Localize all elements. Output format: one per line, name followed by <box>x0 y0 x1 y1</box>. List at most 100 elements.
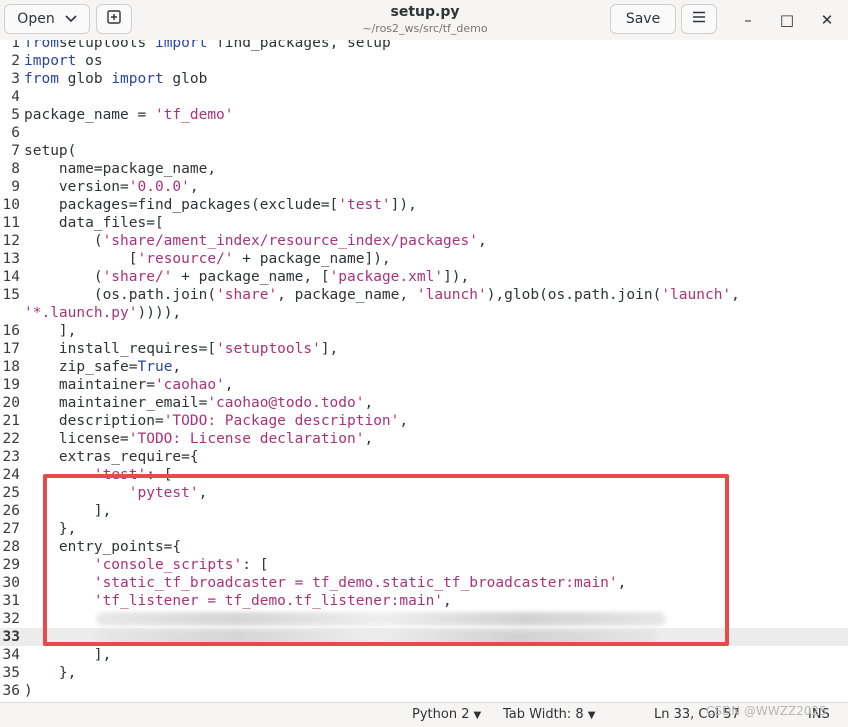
window-title: setup.py <box>390 4 460 20</box>
code-line[interactable]: 36) <box>0 682 848 700</box>
code-line[interactable]: 13 ['resource/' + package_name]), <box>0 250 848 268</box>
line-number: 23 <box>2 449 20 465</box>
hamburger-menu-icon <box>692 11 706 27</box>
code-text: fromsetuptools import find_packages, set… <box>24 40 391 51</box>
close-icon[interactable]: ✕ <box>815 8 839 32</box>
code-line[interactable]: 14 ('share/' + package_name, ['package.x… <box>0 268 848 286</box>
open-button-label: Open <box>17 11 55 27</box>
annotation-highlight-box <box>43 474 729 646</box>
code-text: setup( <box>24 143 77 159</box>
line-number: 14 <box>2 269 20 285</box>
line-number: 24 <box>2 467 20 483</box>
code-text: install_requires=['setuptools'], <box>24 341 339 357</box>
code-line[interactable]: 4 <box>0 88 848 106</box>
line-number: 20 <box>2 395 20 411</box>
code-text: data_files=[ <box>24 215 164 231</box>
code-text: from glob import glob <box>24 71 208 87</box>
save-button[interactable]: Save <box>610 4 676 34</box>
code-line[interactable]: 11 data_files=[ <box>0 214 848 232</box>
line-number: 3 <box>11 71 20 87</box>
code-text: ['resource/' + package_name]), <box>24 251 391 267</box>
maximize-icon[interactable]: □ <box>775 8 799 32</box>
code-text: package_name = 'tf_demo' <box>24 107 234 123</box>
code-text: ('share/' + package_name, ['package.xml'… <box>24 269 470 285</box>
line-number: 8 <box>11 161 20 177</box>
code-line[interactable]: 9 version='0.0.0', <box>0 178 848 196</box>
new-tab-icon <box>106 9 122 29</box>
line-number: 17 <box>2 341 20 357</box>
code-line[interactable]: '*.launch.py')))), <box>0 304 848 322</box>
line-number: 30 <box>2 575 20 591</box>
code-text: maintainer='caohao', <box>24 377 234 393</box>
line-number: 19 <box>2 377 20 393</box>
code-line[interactable]: 2 import os <box>0 52 848 70</box>
code-text: name=package_name, <box>24 161 217 177</box>
line-number: 26 <box>2 503 20 519</box>
line-number: 9 <box>11 179 20 195</box>
tab-width-selector[interactable]: Tab Width: 8 ▼ <box>503 707 595 722</box>
code-line[interactable]: 22 license='TODO: License declaration', <box>0 430 848 448</box>
code-text: description='TODO: Package description', <box>24 413 409 429</box>
code-text: ) <box>24 683 33 699</box>
line-number: 11 <box>2 215 20 231</box>
chevron-down-icon: ▼ <box>587 710 596 721</box>
code-text: (os.path.join('share', package_name, 'la… <box>24 287 740 303</box>
line-number: 34 <box>2 647 20 663</box>
line-number: 7 <box>11 143 20 159</box>
line-number: 18 <box>2 359 20 375</box>
file-path: ~/ros2_ws/src/tf_demo <box>362 22 488 35</box>
code-line[interactable]: 18 zip_safe=True, <box>0 358 848 376</box>
line-number: 5 <box>11 107 20 123</box>
line-number: 4 <box>11 89 20 105</box>
code-line[interactable]: 16 ], <box>0 322 848 340</box>
code-line[interactable]: 21 description='TODO: Package descriptio… <box>0 412 848 430</box>
chevron-down-icon: ▼ <box>473 710 482 721</box>
code-line[interactable]: 1 fromsetuptools import find_packages, se… <box>0 40 848 52</box>
line-number: 36 <box>2 683 20 699</box>
line-number: 16 <box>2 323 20 339</box>
line-number: 6 <box>11 125 20 141</box>
line-number: 35 <box>2 665 20 681</box>
line-number: 1 <box>11 40 20 51</box>
code-line[interactable]: 5 package_name = 'tf_demo' <box>0 106 848 124</box>
code-text: ], <box>24 647 112 663</box>
code-text: maintainer_email='caohao@todo.todo', <box>24 395 374 411</box>
code-text: ('share/ament_index/resource_index/packa… <box>24 233 487 249</box>
code-text: license='TODO: License declaration', <box>24 431 374 447</box>
minimize-icon[interactable]: – <box>736 8 760 32</box>
code-line[interactable]: 35 }, <box>0 664 848 682</box>
new-tab-button[interactable] <box>96 4 132 34</box>
header-bar: Open setup.py ~/ros2_ws/src/tf_demo Save… <box>0 0 848 41</box>
line-number: 32 <box>2 611 20 627</box>
chevron-down-icon <box>65 11 77 27</box>
line-number: 21 <box>2 413 20 429</box>
line-number: 25 <box>2 485 20 501</box>
code-line[interactable]: 15 (os.path.join('share', package_name, … <box>0 286 848 304</box>
code-line[interactable]: 12 ('share/ament_index/resource_index/pa… <box>0 232 848 250</box>
line-number: 22 <box>2 431 20 447</box>
code-line[interactable]: 8 name=package_name, <box>0 160 848 178</box>
code-line[interactable]: 20 maintainer_email='caohao@todo.todo', <box>0 394 848 412</box>
open-button[interactable]: Open <box>4 4 90 34</box>
code-text: ], <box>24 323 77 339</box>
code-line[interactable]: 3 from glob import glob <box>0 70 848 88</box>
line-number: 29 <box>2 557 20 573</box>
line-number: 33 <box>2 629 20 645</box>
code-line[interactable]: 10 packages=find_packages(exclude=['test… <box>0 196 848 214</box>
code-line[interactable]: 34 ], <box>0 646 848 664</box>
line-number: 12 <box>2 233 20 249</box>
tab-width-label: Tab Width: 8 <box>503 707 584 722</box>
line-number: 27 <box>2 521 20 537</box>
code-line[interactable]: 7 setup( <box>0 142 848 160</box>
code-line[interactable]: 23 extras_require={ <box>0 448 848 466</box>
code-line[interactable]: 17 install_requires=['setuptools'], <box>0 340 848 358</box>
code-text: }, <box>24 665 77 681</box>
code-text: '*.launch.py')))), <box>24 305 182 321</box>
code-line[interactable]: 6 <box>0 124 848 142</box>
main-menu-button[interactable] <box>681 4 717 34</box>
watermark: CSDN @WWZZ2025 <box>706 704 827 718</box>
language-selector[interactable]: Python 2 ▼ <box>412 707 481 722</box>
code-text: packages=find_packages(exclude=['test'])… <box>24 197 417 213</box>
code-text: import os <box>24 53 103 69</box>
code-line[interactable]: 19 maintainer='caohao', <box>0 376 848 394</box>
